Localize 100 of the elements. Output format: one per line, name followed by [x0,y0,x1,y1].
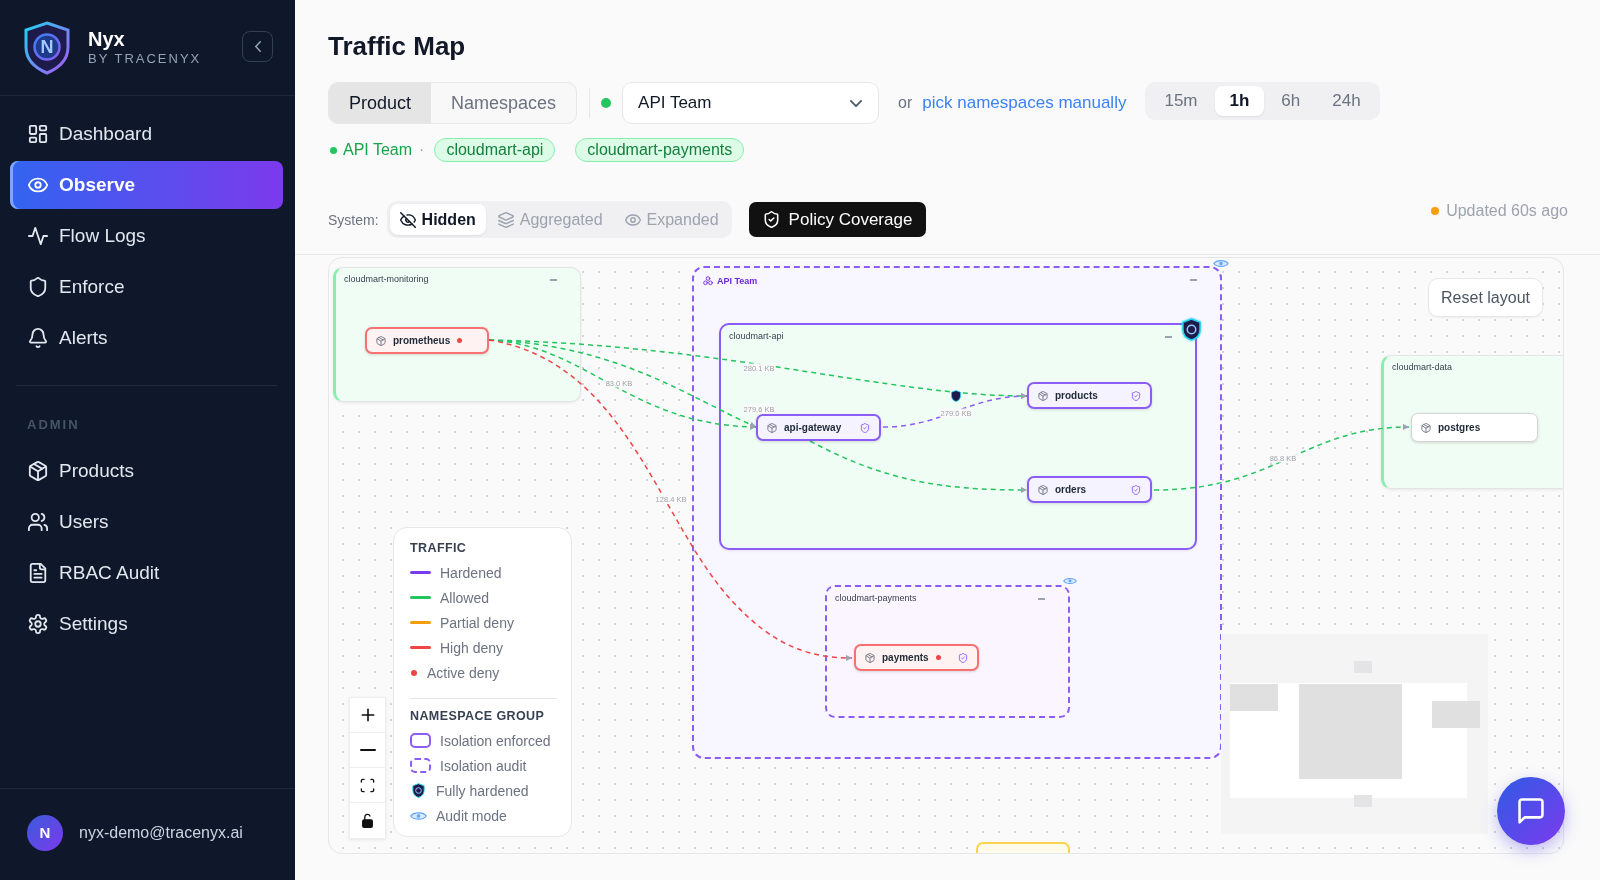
cube-icon [28,461,48,481]
cube-icon [1038,390,1048,401]
group-title: cloudmart-payments [835,592,917,604]
shield-check-icon [860,422,870,433]
eye-icon [1213,259,1229,268]
dashboard-icon [28,124,48,144]
legend-label: Allowed [440,589,490,606]
or-text: or [898,94,913,112]
legend-label: Fully hardened [436,782,529,799]
status-dot-icon [330,146,337,154]
nav-item[interactable]: Observe [10,161,283,209]
deny-dot-icon [935,655,941,660]
group-title: cloudmart-monitoring [344,273,429,285]
updated-text: Updated 60s ago [1446,202,1568,220]
cube-icon [767,422,777,433]
user-avatar[interactable]: N [27,814,63,851]
group-title: API Team [717,275,758,287]
legend-label: High deny [440,639,504,656]
eye-icon [28,175,48,195]
system-label: System: [328,211,379,228]
namespace-chip: cloudmart-api [434,138,556,162]
document-icon [28,563,48,583]
users-icon [28,512,48,532]
zoom-in-button[interactable] [350,698,385,733]
page-title: Traffic Map [328,30,466,62]
shield-badge-icon [1182,318,1201,341]
chat-icon [1517,797,1545,825]
service-node[interactable]: prometheus [365,327,489,354]
brand-logo: N [23,20,71,75]
deny-dot-icon [457,338,463,343]
legend-label: Hardened [440,564,502,581]
collapse-sidebar-button[interactable] [242,31,273,62]
layers-icon [497,211,514,228]
nav-item[interactable]: Enforce [10,263,283,311]
cube-icon [1038,484,1048,495]
shield-check-icon [958,652,968,663]
fit-view-button[interactable] [350,768,385,803]
legend-label: Isolation enforced [440,732,551,749]
service-node[interactable]: orders [1027,476,1152,503]
shield-check-icon [1131,390,1141,401]
group-title: cloudmart-api [729,330,784,342]
time-range-option[interactable]: 24h [1317,86,1376,116]
pulse-icon [28,226,48,246]
nav-item[interactable]: Products [10,447,283,495]
service-node[interactable]: payments [854,644,979,671]
nav-item[interactable]: Flow Logs [10,212,283,260]
time-range-option[interactable]: 1h [1214,86,1265,116]
nav-item[interactable]: Alerts [10,314,283,362]
legend-label: Partial deny [440,614,514,631]
legend-heading: TRAFFIC [410,540,467,556]
service-node[interactable]: api-gateway [756,414,881,441]
shield-check-icon [762,211,780,228]
fit-view-icon [360,777,375,793]
manual-pick-link[interactable]: pick namespaces manually [922,93,1127,113]
legend-label: Audit mode [436,807,507,824]
legend-label: Active deny [427,664,500,681]
service-node[interactable]: products [1027,382,1152,409]
padlock-icon [360,813,375,828]
solid-frame-icon [410,733,431,748]
legend-label: Isolation audit [440,757,527,774]
eye-icon [410,810,427,821]
system-mode-option[interactable]: Hidden [389,204,486,235]
time-range-option[interactable]: 6h [1266,86,1316,116]
scope-tab[interactable]: Product [329,83,432,123]
eye-icon [1063,577,1077,585]
bell-icon [28,328,48,348]
status-dot-icon [1431,207,1440,215]
policy-coverage-button[interactable]: Policy Coverage [748,202,927,237]
settings-icon [28,614,48,634]
cube-icon [376,335,386,346]
legend-heading: NAMESPACE GROUP [410,708,545,724]
brand-tagline: BY TRACENYX [88,50,202,67]
chevron-down-icon [850,99,863,107]
service-node[interactable]: postgres [1411,413,1538,442]
product-select[interactable]: API Team [622,82,880,124]
nav-item[interactable]: Settings [10,600,283,648]
product-name: API Team [343,141,413,159]
nav-item[interactable]: RBAC Audit [10,549,283,597]
eye-icon [624,211,641,228]
scope-tab[interactable]: Namespaces [431,83,577,123]
user-email: nyx-demo@tracenyx.ai [79,823,243,842]
separator: · [419,141,425,159]
namespace-chip: cloudmart-payments [575,138,745,162]
cube-icon [865,652,875,663]
group-title: cloudmart-data [1392,361,1453,373]
zoom-out-button[interactable] [350,733,385,768]
nav-item[interactable]: Dashboard [10,110,283,158]
reset-layout-button[interactable]: Reset layout [1428,278,1543,317]
cube-icon [1421,422,1431,433]
lock-button[interactable] [350,803,385,838]
chevron-left-icon [254,41,261,52]
brand-name: Nyx [88,26,125,51]
eye-off-icon [399,211,416,228]
section-label: ADMIN [27,417,80,433]
shield-icon [28,277,48,297]
dashed-frame-icon [410,758,431,773]
time-range-option[interactable]: 15m [1149,86,1213,116]
cluster-icon [703,276,713,286]
nav-item[interactable]: Users [10,498,283,546]
shield-marker-icon [951,390,961,402]
